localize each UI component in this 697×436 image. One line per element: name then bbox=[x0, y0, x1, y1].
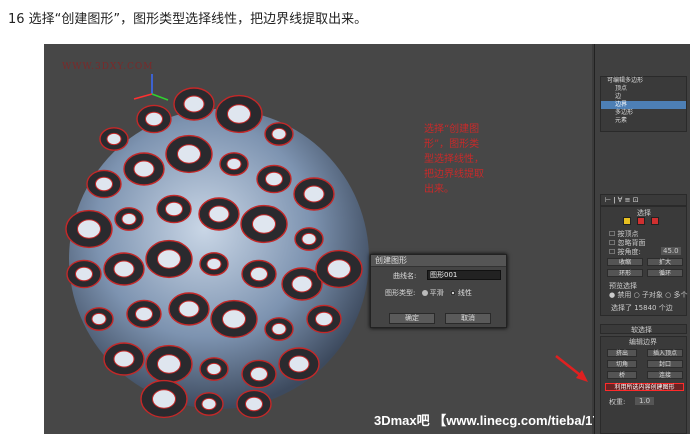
grow-button[interactable]: 扩大 bbox=[647, 258, 683, 266]
command-panel: 可编辑多边形 顶点边边界 多边形 元素 ⊢ ǀ ∀ ≡ ⊡ 选择 ☐ 按顶点 ☐ 忽略… bbox=[594, 44, 690, 434]
by-angle-checkbox[interactable]: ☐ 按角度: bbox=[609, 247, 641, 257]
loop-button[interactable]: 循环 bbox=[647, 269, 683, 277]
vertex-mode-icon[interactable] bbox=[623, 217, 631, 225]
modifier-stack-item[interactable]: 多边形 bbox=[601, 109, 686, 117]
modifier-stack[interactable]: 可编辑多边形 顶点边边界 多边形 元素 bbox=[600, 76, 687, 132]
polygon-mode-icon[interactable] bbox=[651, 217, 659, 225]
selected-count: 选择了 15840 个边 bbox=[611, 304, 673, 312]
viewport[interactable]: WWW.3DXY.COM 选择“创建图形”，图形类型选择线性，把边界线提取出来。… bbox=[44, 44, 627, 434]
soft-selection-title: 软选择 bbox=[631, 326, 652, 334]
ring-button[interactable]: 环形 bbox=[607, 269, 643, 277]
modifier-stack-item[interactable]: 顶点 bbox=[601, 85, 686, 93]
chamfer-button[interactable]: 切角 bbox=[607, 360, 637, 368]
edit-borders-rollout: 编辑边界 挤出 插入顶点 切角 封口 桥 连接 利用所选内容创建图形 权重: 1… bbox=[600, 336, 687, 434]
modifier-stack-item[interactable]: 边界 bbox=[601, 101, 686, 109]
connect-button[interactable]: 连接 bbox=[647, 371, 683, 379]
bridge-button[interactable]: 桥 bbox=[607, 371, 637, 379]
shrink-button[interactable]: 收缩 bbox=[607, 258, 643, 266]
step-caption: 16 选择“创建图形”，图形类型选择线性，把边界线提取出来。 bbox=[8, 12, 368, 27]
extrude-button[interactable]: 挤出 bbox=[607, 349, 637, 357]
preview-options[interactable]: ● 禁用 ○ 子对象 ○ 多个 bbox=[609, 290, 687, 300]
panel-toolbar: ⊢ ǀ ∀ ≡ ⊡ bbox=[600, 194, 687, 206]
edit-borders-title: 编辑边界 bbox=[629, 338, 657, 346]
border-mode-icon[interactable] bbox=[637, 217, 645, 225]
insert-vertex-button[interactable]: 插入顶点 bbox=[647, 349, 683, 357]
modifier-stack-item[interactable]: 可编辑多边形 bbox=[601, 77, 686, 85]
toolbar-icons[interactable]: ⊢ ǀ ∀ ≡ ⊡ bbox=[605, 196, 639, 204]
modifier-stack-item[interactable]: 边 bbox=[601, 93, 686, 101]
app-screenshot: WWW.3DXY.COM 选择“创建图形”，图形类型选择线性，把边界线提取出来。… bbox=[44, 44, 690, 434]
red-arrow-icon bbox=[555, 355, 588, 382]
create-shape-button[interactable]: 利用所选内容创建图形 bbox=[605, 383, 684, 391]
soft-selection-rollout[interactable]: 软选择 bbox=[600, 324, 687, 334]
cap-button[interactable]: 封口 bbox=[647, 360, 683, 368]
angle-input[interactable]: 45.0 bbox=[661, 247, 681, 255]
weight-label: 权重: bbox=[609, 398, 626, 406]
weight-input[interactable]: 1.0 bbox=[635, 397, 655, 405]
selection-rollout: 选择 ☐ 按顶点 ☐ 忽略背面 ☐ 按角度: 45.0 收缩 扩大 环形 循环 … bbox=[600, 206, 687, 316]
modifier-stack-item[interactable]: 元素 bbox=[601, 117, 686, 125]
